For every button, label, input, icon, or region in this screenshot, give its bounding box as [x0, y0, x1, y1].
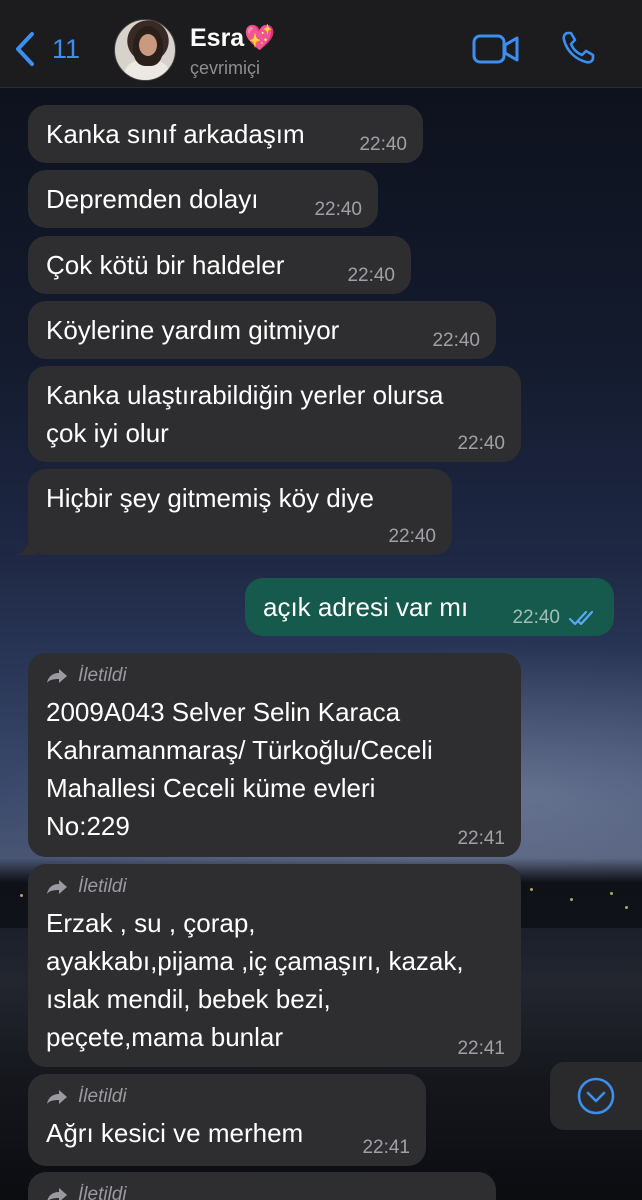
contact-emoji: 💖 [244, 24, 276, 52]
message-text-line: ıslak mendil, bebek bezi, [46, 984, 331, 1014]
message-text-line: Mahallesi Ceceli küme evleri [46, 773, 376, 803]
forward-arrow-icon [47, 880, 67, 894]
message-forwarded[interactable]: İletildi [28, 1172, 496, 1200]
message-incoming[interactable]: Köylerine yardım gitmiyor 22:40 [28, 301, 496, 359]
contact-name-text: Esra [190, 24, 245, 52]
forwarded-label: İletildi [46, 874, 503, 900]
forwarded-text: İletildi [78, 1184, 127, 1200]
video-call-icon[interactable] [472, 32, 520, 66]
message-text: Depremden dolayı [46, 184, 259, 214]
message-time: 22:40 [432, 330, 480, 351]
forward-arrow-icon [47, 1090, 67, 1104]
message-incoming[interactable]: Depremden dolayı 22:40 [28, 170, 378, 228]
chevron-left-icon [16, 32, 34, 66]
phone-icon[interactable] [560, 30, 596, 66]
message-forwarded[interactable]: İletildi Ağrı kesici ve merhem 22:41 [28, 1074, 426, 1166]
message-incoming[interactable]: Hiçbir şey gitmemiş köy diye 22:40 [16, 469, 452, 555]
forward-arrow-icon [47, 669, 67, 683]
message-text-line: çok iyi olur [46, 418, 169, 448]
message-time: 22:40 [388, 526, 436, 547]
message-text: Hiçbir şey gitmemiş köy diye [46, 483, 374, 513]
message-incoming[interactable]: Kanka ulaştırabildiğin yerler olursa çok… [28, 366, 521, 462]
message-outgoing[interactable]: açık adresi var mı 22:40 [245, 578, 614, 636]
message-text-line: 2009A043 Selver Selin Karaca [46, 697, 401, 727]
forwarded-text: İletildi [78, 1086, 127, 1107]
message-text: Çok kötü bir haldeler [46, 250, 285, 280]
message-incoming[interactable]: Kanka sınıf arkadaşım 22:40 [28, 105, 423, 163]
read-receipt-icon [568, 610, 594, 626]
message-text-line: ayakkabı,pijama ,iç çamaşırı, kazak, [46, 946, 464, 976]
message-time: 22:41 [362, 1137, 410, 1158]
message-time: 22:40 [457, 433, 505, 454]
message-text: Ağrı kesici ve merhem [46, 1118, 304, 1148]
contact-name[interactable]: Esra💖 [190, 24, 275, 53]
scroll-to-bottom-button[interactable] [550, 1062, 642, 1130]
message-text: Köylerine yardım gitmiyor [46, 315, 340, 345]
forward-arrow-icon [47, 1188, 67, 1200]
message-time: 22:40 [359, 134, 407, 155]
message-time: 22:41 [457, 828, 505, 849]
message-forwarded[interactable]: İletildi Erzak , su , çorap, ayakkabı,pi… [28, 864, 521, 1067]
chat-header: 11 Esra💖 çevrimiçi [0, 0, 642, 88]
message-incoming[interactable]: Çok kötü bir haldeler 22:40 [28, 236, 411, 294]
forwarded-text: İletildi [78, 665, 127, 686]
back-button[interactable]: 11 [12, 30, 80, 68]
chevron-down-circle-icon [577, 1077, 615, 1115]
contact-status: çevrimiçi [190, 58, 260, 78]
message-time: 22:40 [314, 199, 362, 220]
message-text: açık adresi var mı [263, 592, 469, 622]
message-time: 22:40 [347, 265, 395, 286]
bubble-tail [16, 539, 36, 555]
message-text-line: peçete,mama bunlar [46, 1022, 284, 1052]
forwarded-label: İletildi [46, 1182, 478, 1200]
forwarded-label: İletildi [46, 663, 503, 689]
avatar[interactable] [114, 19, 176, 81]
message-text-line: Kahramanmaraş/ Türkoğlu/Ceceli [46, 735, 433, 765]
message-text-line: No:229 [46, 811, 130, 841]
message-time: 22:40 [512, 607, 560, 628]
unread-count: 11 [52, 33, 81, 64]
message-time: 22:41 [457, 1038, 505, 1059]
message-text-line: Kanka ulaştırabildiğin yerler olursa [46, 380, 444, 410]
forwarded-text: İletildi [78, 876, 127, 897]
message-list[interactable]: Kanka sınıf arkadaşım 22:40 Depremden do… [0, 88, 642, 1200]
forwarded-label: İletildi [46, 1084, 408, 1110]
message-forwarded[interactable]: İletildi 2009A043 Selver Selin Karaca Ka… [28, 653, 521, 857]
message-text-line: Erzak , su , çorap, [46, 908, 256, 938]
message-text: Kanka sınıf arkadaşım [46, 119, 305, 149]
